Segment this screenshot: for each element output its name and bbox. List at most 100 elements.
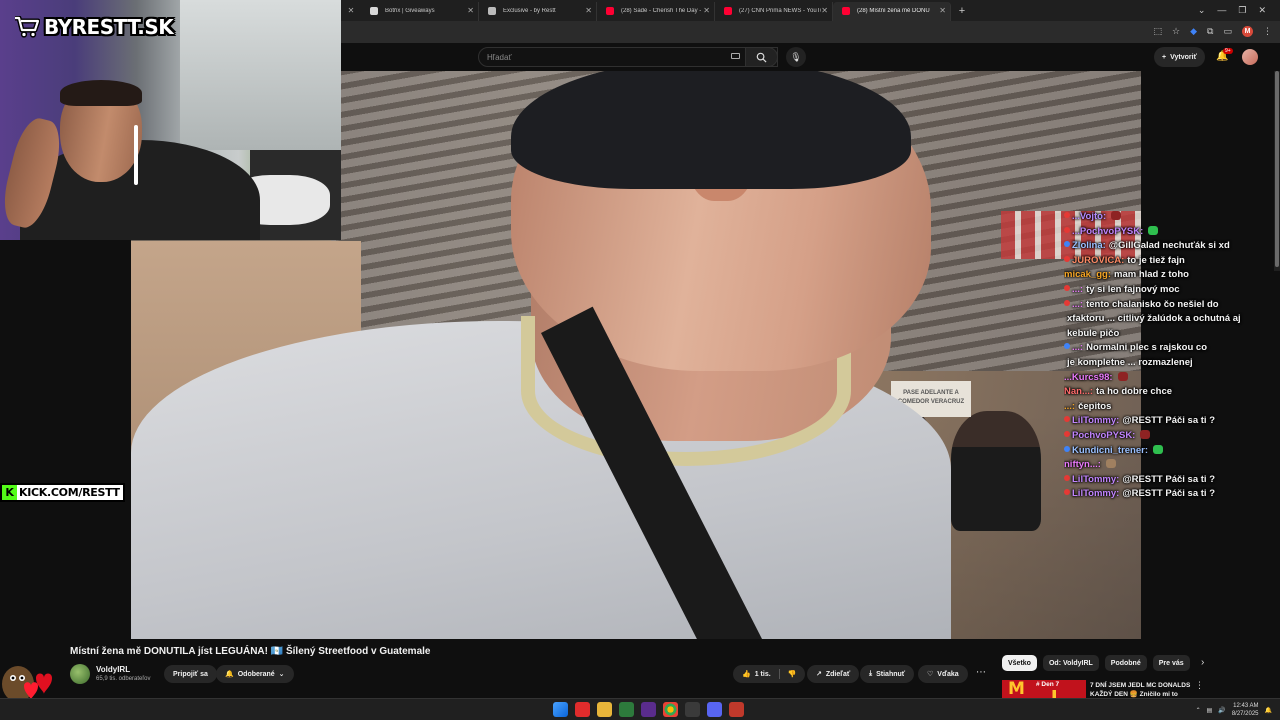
network-icon[interactable]: ▤ bbox=[1207, 707, 1213, 714]
close-window-icon[interactable]: ✕ bbox=[1258, 5, 1266, 16]
dislike-icon[interactable]: 👎 bbox=[788, 670, 797, 678]
keyboard-icon[interactable] bbox=[731, 53, 740, 59]
tray-chevron-icon[interactable]: ⌃ bbox=[1196, 707, 1201, 714]
brave-icon[interactable] bbox=[575, 702, 590, 717]
browser-tab[interactable]: Botřix | Giveaways ✕ bbox=[361, 1, 479, 21]
chat-badge-icon bbox=[1064, 226, 1070, 233]
tab-favicon-icon bbox=[606, 6, 614, 15]
filter-chip[interactable]: Od: VoldyIRL bbox=[1042, 655, 1099, 671]
menu-icon[interactable]: ⋮ bbox=[1263, 26, 1272, 37]
app-red-icon[interactable] bbox=[729, 702, 744, 717]
chat-message: ...: Normalni plec s rajskou co bbox=[1064, 341, 1280, 356]
chat-message: PochvoPYSK: bbox=[1064, 429, 1280, 444]
video-cap bbox=[511, 71, 911, 189]
hearts-sticker-icon bbox=[2, 666, 52, 702]
app-icon[interactable] bbox=[685, 702, 700, 717]
filter-chip[interactable]: Podobné bbox=[1104, 655, 1147, 671]
profile-avatar[interactable]: M bbox=[1242, 26, 1253, 37]
tab-close-icon[interactable]: ✕ bbox=[821, 6, 828, 15]
tab-favicon-icon bbox=[488, 6, 496, 15]
tab-label: Exclusive - by Restt bbox=[503, 8, 556, 14]
chat-message: Kundicni_trener: bbox=[1064, 444, 1280, 459]
like-count[interactable]: 1 tis. bbox=[755, 671, 771, 678]
kick-badge: K KICK.COM/RESTT bbox=[0, 483, 125, 502]
channel-avatar[interactable] bbox=[70, 664, 90, 684]
avatar[interactable] bbox=[1242, 49, 1258, 65]
share-button[interactable]: ↗ Zdieľať bbox=[807, 665, 860, 683]
tab-close-icon[interactable]: ✕ bbox=[939, 6, 946, 15]
minimize-icon[interactable]: — bbox=[1217, 5, 1226, 16]
install-icon[interactable]: ⬚ bbox=[1154, 26, 1163, 37]
start-icon[interactable] bbox=[553, 702, 568, 717]
chat-text: čepitos bbox=[1078, 400, 1112, 412]
kick-app-icon[interactable] bbox=[619, 702, 634, 717]
search-button[interactable] bbox=[745, 47, 778, 67]
chevron-right-icon[interactable]: › bbox=[1196, 655, 1210, 671]
tab-list: Botřix | Giveaways ✕ Exclusive - by Restt ✕… bbox=[361, 1, 951, 21]
premiere-icon[interactable] bbox=[641, 702, 656, 717]
like-icon[interactable]: 👍 bbox=[742, 670, 751, 678]
chat-username: ...PochvoPYSK: bbox=[1072, 225, 1144, 237]
download-button[interactable]: ⤓ Stiahnuť bbox=[860, 665, 915, 683]
chat-badge-icon bbox=[1064, 284, 1070, 291]
youtube-masthead: Hľadať 🎙 + Vytvoriť 🔔 9+ bbox=[341, 43, 1280, 71]
webcam-overlay: BYRESTT.SK bbox=[0, 0, 341, 240]
chat-username: LilTommy: bbox=[1072, 488, 1120, 500]
browser-toolbar: ⬚ ☆ ◆ ⧉ ▭ M ⋮ bbox=[341, 21, 1280, 43]
puzzle-icon[interactable]: ⧉ bbox=[1207, 26, 1213, 37]
discord-icon[interactable] bbox=[707, 702, 722, 717]
subscribed-button[interactable]: 🔔 Odoberané ⌄ bbox=[216, 665, 294, 683]
browser-tab[interactable]: (28) Sade - Cherish The Day - ✕ bbox=[597, 1, 715, 21]
chat-emote-icon bbox=[1140, 429, 1151, 439]
star-icon[interactable]: ☆ bbox=[1172, 26, 1180, 37]
chat-emote-icon bbox=[1117, 371, 1128, 381]
search-icon bbox=[756, 52, 767, 63]
chat-message: ...PochvoPYSK: bbox=[1064, 225, 1280, 240]
close-icon[interactable]: ✕ bbox=[341, 6, 361, 15]
cart-icon bbox=[15, 16, 40, 38]
download-icon: ⤓ bbox=[869, 670, 873, 677]
chat-badge-icon bbox=[1064, 445, 1070, 452]
extension-icon[interactable]: ◆ bbox=[1190, 26, 1197, 37]
channel-name[interactable]: VoldyIRL bbox=[96, 665, 130, 674]
folder-icon[interactable] bbox=[597, 702, 612, 717]
microphone-button[interactable]: 🎙 bbox=[786, 47, 806, 67]
chat-badge-icon bbox=[1064, 255, 1070, 262]
browser-tab[interactable]: (27) CNN Prima NEWS - YouTub ✕ bbox=[715, 1, 833, 21]
create-button[interactable]: + Vytvoriť bbox=[1154, 47, 1205, 67]
maximize-icon[interactable]: ❐ bbox=[1238, 5, 1246, 16]
new-tab-button[interactable]: + bbox=[951, 5, 973, 17]
chrome-icon[interactable] bbox=[663, 702, 678, 717]
browser-tab[interactable]: Exclusive - by Restt ✕ bbox=[479, 1, 597, 21]
thanks-button[interactable]: ♡ Vďaka bbox=[918, 665, 968, 683]
chat-username: JUROVICA: bbox=[1072, 254, 1125, 266]
sidepanel-icon[interactable]: ▭ bbox=[1223, 26, 1232, 37]
tab-close-icon[interactable]: ✕ bbox=[585, 6, 592, 15]
filter-chips: Všetko Od: VoldyIRL Podobné Pre vás › bbox=[1002, 655, 1210, 671]
kick-text: KICK.COM/RESTT bbox=[19, 486, 120, 499]
tab-close-icon[interactable]: ✕ bbox=[467, 6, 474, 15]
tab-label: (28) Místní žena mě DONU bbox=[857, 8, 930, 14]
filter-chip[interactable]: Všetko bbox=[1002, 655, 1037, 671]
system-tray: ⌃ ▤ 🔊 12:43 AM 8/27/2025 🔔 bbox=[1196, 702, 1272, 718]
more-actions-icon[interactable]: ⋯ bbox=[973, 665, 989, 683]
filter-chip[interactable]: Pre vás bbox=[1152, 655, 1190, 671]
chat-text: @GillGalad nechuťák si xd bbox=[1108, 240, 1230, 252]
recommendation-title[interactable]: 7 DNÍ JSEM JEDL MC DONALDS KAŽDÝ DEN 🍔 Z… bbox=[1090, 681, 1196, 699]
webcam-earbud bbox=[134, 125, 138, 185]
logo-text: BYRESTT.SK bbox=[44, 15, 174, 39]
join-button[interactable]: Pripojiť sa bbox=[164, 665, 217, 683]
chat-username: ...Vojto: bbox=[1072, 211, 1107, 222]
chat-username: micak_gg: bbox=[1064, 269, 1111, 281]
browser-tab[interactable]: (28) Místní žena mě DONU ✕ bbox=[833, 1, 951, 21]
chat-message: je kompletne ... rozmazlenej bbox=[1064, 356, 1280, 371]
chat-username: ...Kurcs98: bbox=[1064, 371, 1113, 383]
more-icon[interactable]: ⋮ bbox=[1195, 680, 1204, 691]
tab-close-icon[interactable]: ✕ bbox=[703, 6, 710, 15]
chat-emote-icon bbox=[1148, 225, 1159, 235]
volume-icon[interactable]: 🔊 bbox=[1218, 707, 1225, 714]
chevron-down-icon[interactable]: ⌄ bbox=[1198, 5, 1206, 16]
clock[interactable]: 12:43 AM 8/27/2025 bbox=[1232, 702, 1259, 718]
notification-icon[interactable]: 🔔 bbox=[1265, 707, 1272, 714]
mcdonalds-logo-icon: M bbox=[1008, 680, 1025, 698]
